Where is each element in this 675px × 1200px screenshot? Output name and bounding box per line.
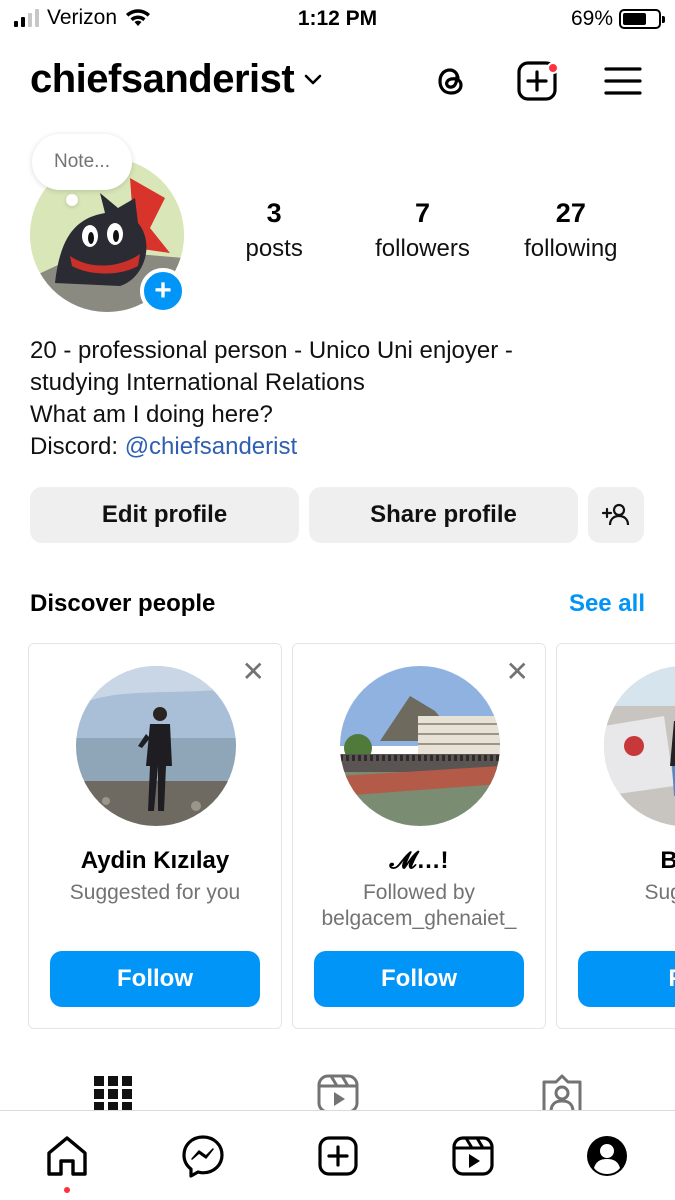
- edit-profile-button[interactable]: Edit profile: [30, 487, 299, 543]
- messenger-icon: [182, 1135, 224, 1178]
- suggestion-reason-line: belgacem_ghenaiet_: [321, 907, 517, 930]
- note-bubble[interactable]: Note...: [32, 134, 132, 190]
- add-story-button[interactable]: +: [140, 268, 186, 314]
- suggestion-reason-line: Suggest: [644, 881, 675, 904]
- close-icon[interactable]: ✕: [242, 658, 265, 686]
- bio-line: studying International Relations: [30, 369, 365, 396]
- stat-following[interactable]: 27 following: [497, 198, 645, 263]
- stat-posts[interactable]: 3 posts: [200, 198, 348, 263]
- suggestion-reason: Suggest: [557, 880, 675, 906]
- profile-actions: Edit profile Share profile: [30, 487, 645, 543]
- bio-line: What am I doing here?: [30, 401, 273, 428]
- tagged-icon: [542, 1074, 582, 1114]
- profile-stats: 3 posts 7 followers 27 following: [200, 198, 645, 263]
- note-placeholder: Note...: [54, 151, 110, 172]
- grid-icon: [94, 1076, 132, 1112]
- suggestion-card[interactable]: ✕ Aydin Kızılay Suggested for you Follow: [28, 643, 282, 1029]
- add-person-icon: [602, 503, 630, 526]
- suggestion-card[interactable]: ✕ 𝓜…! Followed by belgacem_ghenaiet_ Fol…: [292, 643, 546, 1029]
- suggestion-name: 𝓜…!: [389, 847, 449, 874]
- discover-people-toggle-button[interactable]: [588, 487, 644, 543]
- suggestion-reason-line: Followed by: [362, 881, 476, 904]
- nav-messenger[interactable]: [180, 1133, 226, 1179]
- bottom-navigation: [0, 1110, 675, 1200]
- stat-label: followers: [375, 235, 470, 262]
- suggestion-reason: Suggested for you: [29, 880, 281, 906]
- follow-button[interactable]: Follow: [50, 951, 260, 1007]
- discord-mention-link[interactable]: @chiefsanderist: [125, 433, 297, 460]
- close-icon[interactable]: ✕: [506, 658, 529, 686]
- see-all-link[interactable]: See all: [569, 590, 645, 618]
- discover-people-title: Discover people: [30, 590, 216, 617]
- suggestion-avatar[interactable]: [76, 666, 236, 826]
- reels-icon: [317, 1074, 359, 1114]
- suggestion-avatar[interactable]: [604, 666, 675, 826]
- battery-percent: 69%: [570, 7, 613, 30]
- plus-icon: +: [154, 274, 172, 307]
- nav-create[interactable]: [315, 1133, 361, 1179]
- username-title: chiefsanderist: [30, 57, 295, 101]
- stat-label: following: [524, 235, 618, 262]
- discord-prefix: Discord:: [30, 433, 125, 460]
- nav-profile[interactable]: [584, 1133, 630, 1179]
- chevron-down-icon: [304, 74, 322, 84]
- home-notification-dot: [64, 1187, 70, 1193]
- discover-people-header: Discover people See all: [30, 590, 645, 618]
- stat-value: 3: [266, 198, 282, 228]
- notification-dot: [547, 62, 559, 74]
- suggestion-reason-line: Suggested for you: [69, 881, 241, 904]
- stat-value: 27: [555, 198, 586, 228]
- stat-value: 7: [414, 198, 430, 228]
- menu-icon[interactable]: [601, 59, 645, 103]
- home-icon: [47, 1136, 87, 1176]
- follow-button[interactable]: Follow: [314, 951, 524, 1007]
- reels-icon: [452, 1136, 494, 1176]
- nav-home[interactable]: [44, 1133, 90, 1179]
- profile-bio: 20 - professional person - Unico Uni enj…: [30, 335, 645, 463]
- stat-followers[interactable]: 7 followers: [348, 198, 496, 263]
- follow-button[interactable]: Fo: [578, 951, 675, 1007]
- suggestion-reason: Followed by belgacem_ghenaiet_: [293, 880, 545, 932]
- profile-header: chiefsanderist: [30, 55, 645, 111]
- status-bar: Verizon 1:12 PM 69%: [0, 0, 675, 38]
- profile-content-tabs: [0, 1074, 675, 1114]
- nav-reels[interactable]: [450, 1133, 496, 1179]
- share-profile-button[interactable]: Share profile: [309, 487, 578, 543]
- suggested-users-carousel[interactable]: ✕ Aydin Kızılay Suggested for you Follow…: [28, 643, 675, 1029]
- suggestion-card[interactable]: Bãd Suggest Fo: [556, 643, 675, 1029]
- threads-icon[interactable]: [429, 59, 473, 103]
- create-icon: [318, 1136, 358, 1176]
- account-switcher[interactable]: chiefsanderist: [30, 57, 322, 102]
- create-post-icon[interactable]: [515, 59, 559, 103]
- battery-icon: [619, 9, 665, 29]
- note-bubble-tail: [66, 194, 78, 206]
- suggestion-name: Aydin Kızılay: [80, 847, 230, 874]
- bio-discord-line: Discord: @chiefsanderist: [30, 431, 645, 463]
- profile-icon: [587, 1136, 627, 1176]
- suggestion-name: Bãd: [660, 847, 675, 874]
- bio-line: 20 - professional person - Unico Uni enj…: [30, 337, 513, 364]
- suggestion-avatar[interactable]: [340, 666, 500, 826]
- stat-label: posts: [245, 235, 303, 262]
